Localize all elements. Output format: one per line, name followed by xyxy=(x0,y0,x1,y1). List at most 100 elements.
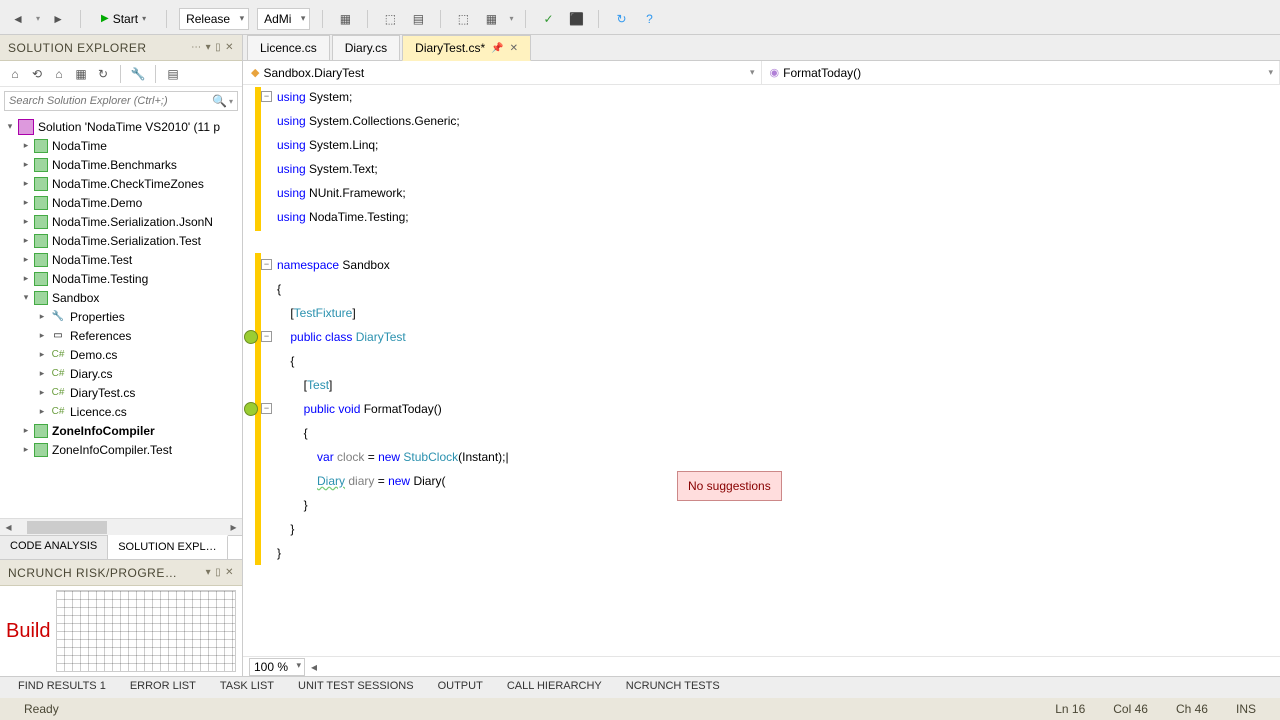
search-input[interactable] xyxy=(9,95,212,107)
tree-node[interactable]: ▸NodaTime.CheckTimeZones xyxy=(0,174,242,193)
collapse-icon[interactable]: ▤ xyxy=(164,65,182,83)
expand-icon[interactable]: ▸ xyxy=(20,444,32,455)
project-icon xyxy=(34,215,48,229)
scroll-left-icon[interactable]: ◂ xyxy=(311,660,317,674)
fold-icon[interactable]: − xyxy=(261,403,272,414)
nav-fwd-icon[interactable]: ► xyxy=(48,9,68,29)
tool-icon[interactable]: ✓ xyxy=(538,9,558,29)
solution-search[interactable]: 🔍 ▾ xyxy=(4,91,238,111)
tree-node[interactable]: ▸NodaTime.Testing xyxy=(0,269,242,288)
tree-node[interactable]: ▸NodaTime.Serialization.JsonN xyxy=(0,212,242,231)
tool-icon[interactable]: ↻ xyxy=(611,9,631,29)
class-dropdown[interactable]: ◆ Sandbox.DiaryTest xyxy=(243,61,762,84)
dropdown-icon[interactable]: ▾ xyxy=(206,567,212,578)
search-icon[interactable]: 🔍 xyxy=(212,94,227,108)
expand-icon[interactable]: ▸ xyxy=(36,406,48,417)
expand-icon[interactable]: ▸ xyxy=(20,273,32,284)
test-marker-icon[interactable] xyxy=(244,330,258,344)
refresh-icon[interactable]: ↻ xyxy=(94,65,112,83)
close-icon[interactable]: ✕ xyxy=(225,567,234,578)
close-icon[interactable]: ✕ xyxy=(225,42,234,53)
config-dropdown[interactable]: Release xyxy=(179,8,249,30)
tree-node[interactable]: ▸C#Demo.cs xyxy=(0,345,242,364)
expand-icon[interactable]: ▸ xyxy=(36,368,48,379)
status-ch: Ch 46 xyxy=(1162,702,1222,716)
expand-icon[interactable]: ▸ xyxy=(36,311,48,322)
home-icon[interactable]: ⌂ xyxy=(6,65,24,83)
expand-icon[interactable]: ▸ xyxy=(20,254,32,265)
nav-back-icon[interactable]: ◄ xyxy=(8,9,28,29)
output-tab[interactable]: ERROR LIST xyxy=(118,677,208,698)
tree-node[interactable]: ▸C#Diary.cs xyxy=(0,364,242,383)
tree-node[interactable]: ▸NodaTime.Test xyxy=(0,250,242,269)
output-tab[interactable]: CALL HIERARCHY xyxy=(495,677,614,698)
platform-dropdown[interactable]: AdMi xyxy=(257,8,310,30)
expand-icon[interactable]: ▸ xyxy=(36,387,48,398)
expand-icon[interactable]: ▸ xyxy=(20,159,32,170)
home2-icon[interactable]: ⌂ xyxy=(50,65,68,83)
scroll-right-icon[interactable]: ▸ xyxy=(225,519,242,536)
tree-node[interactable]: ▾Sandbox xyxy=(0,288,242,307)
expand-icon[interactable]: ▸ xyxy=(20,178,32,189)
properties-icon[interactable]: 🔧 xyxy=(129,65,147,83)
tree-node[interactable]: ▸ZoneInfoCompiler xyxy=(0,421,242,440)
expand-icon[interactable]: ▸ xyxy=(20,425,32,436)
zoom-dropdown[interactable]: 100 % xyxy=(249,658,305,676)
tool-icon[interactable]: ⬚ xyxy=(453,9,473,29)
show-all-icon[interactable]: ▦ xyxy=(72,65,90,83)
tree-node[interactable]: ▸🔧Properties xyxy=(0,307,242,326)
start-button[interactable]: ▶ Start ▾ xyxy=(93,10,154,28)
tree-node[interactable]: ▸ZoneInfoCompiler.Test xyxy=(0,440,242,459)
tree-node[interactable]: ▾Solution 'NodaTime VS2010' (11 p xyxy=(0,117,242,136)
output-tab[interactable]: OUTPUT xyxy=(426,677,495,698)
output-tab[interactable]: UNIT TEST SESSIONS xyxy=(286,677,426,698)
tree-node[interactable]: ▸▭References xyxy=(0,326,242,345)
tool-icon[interactable]: ⬚ xyxy=(380,9,400,29)
document-tab[interactable]: DiaryTest.cs*📌✕ xyxy=(402,35,531,61)
pin-icon[interactable]: 📌 xyxy=(491,43,503,54)
sync-icon[interactable]: ⟲ xyxy=(28,65,46,83)
tree-node[interactable]: ▸NodaTime.Serialization.Test xyxy=(0,231,242,250)
tool-icon[interactable]: ▦ xyxy=(335,9,355,29)
expand-icon[interactable]: ▸ xyxy=(20,197,32,208)
expand-icon[interactable]: ▸ xyxy=(36,330,48,341)
expand-icon[interactable]: ▸ xyxy=(20,235,32,246)
help-icon[interactable]: ? xyxy=(639,9,659,29)
output-tab[interactable]: FIND RESULTS 1 xyxy=(6,677,118,698)
fold-icon[interactable]: − xyxy=(261,331,272,342)
scroll-thumb[interactable] xyxy=(27,521,107,534)
document-tab[interactable]: Diary.cs xyxy=(332,35,400,60)
expand-icon[interactable]: ▸ xyxy=(20,216,32,227)
close-icon[interactable]: ✕ xyxy=(510,43,518,54)
horizontal-scrollbar[interactable]: ◂ ▸ xyxy=(0,518,242,535)
tab-code-analysis[interactable]: CODE ANALYSIS xyxy=(0,536,108,559)
tree-node[interactable]: ▸NodaTime.Benchmarks xyxy=(0,155,242,174)
panel-menu-icon[interactable]: ⋯ xyxy=(191,42,202,53)
tree-node[interactable]: ▸C#Licence.cs xyxy=(0,402,242,421)
tool-icon[interactable]: ▤ xyxy=(408,9,428,29)
tab-solution-explorer[interactable]: SOLUTION EXPL… xyxy=(108,535,227,559)
output-tab[interactable]: TASK LIST xyxy=(208,677,286,698)
output-tab[interactable]: NCRUNCH TESTS xyxy=(614,677,732,698)
fold-icon[interactable]: − xyxy=(261,259,272,270)
expand-icon[interactable]: ▸ xyxy=(36,349,48,360)
document-tab[interactable]: Licence.cs xyxy=(247,35,330,60)
tool-icon[interactable]: ⬛ xyxy=(566,9,586,29)
tree-node[interactable]: ▸NodaTime.Demo xyxy=(0,193,242,212)
dropdown-icon[interactable]: ▾ xyxy=(206,42,212,53)
pin-icon[interactable]: ▯ xyxy=(215,567,221,578)
tree-node[interactable]: ▸ NodaTime xyxy=(0,136,242,155)
scroll-left-icon[interactable]: ◂ xyxy=(0,519,17,536)
fold-icon[interactable]: − xyxy=(261,91,272,102)
code-editor[interactable]: − − − − using System;using System.Collec… xyxy=(243,85,1280,656)
tree-node[interactable]: ▸C#DiaryTest.cs xyxy=(0,383,242,402)
tool-icon[interactable]: ▦ xyxy=(481,9,501,29)
expand-icon[interactable]: ▸ xyxy=(20,140,32,151)
expand-icon[interactable]: ▾ xyxy=(20,292,32,303)
pin-icon[interactable]: ▯ xyxy=(215,42,221,53)
solution-tree[interactable]: ▾Solution 'NodaTime VS2010' (11 p▸NodaTi… xyxy=(0,115,242,518)
member-dropdown[interactable]: ◉ FormatToday() xyxy=(762,61,1280,84)
test-marker-icon[interactable] xyxy=(244,402,258,416)
expand-icon[interactable]: ▾ xyxy=(4,121,16,132)
tree-label: NodaTime xyxy=(50,139,107,153)
